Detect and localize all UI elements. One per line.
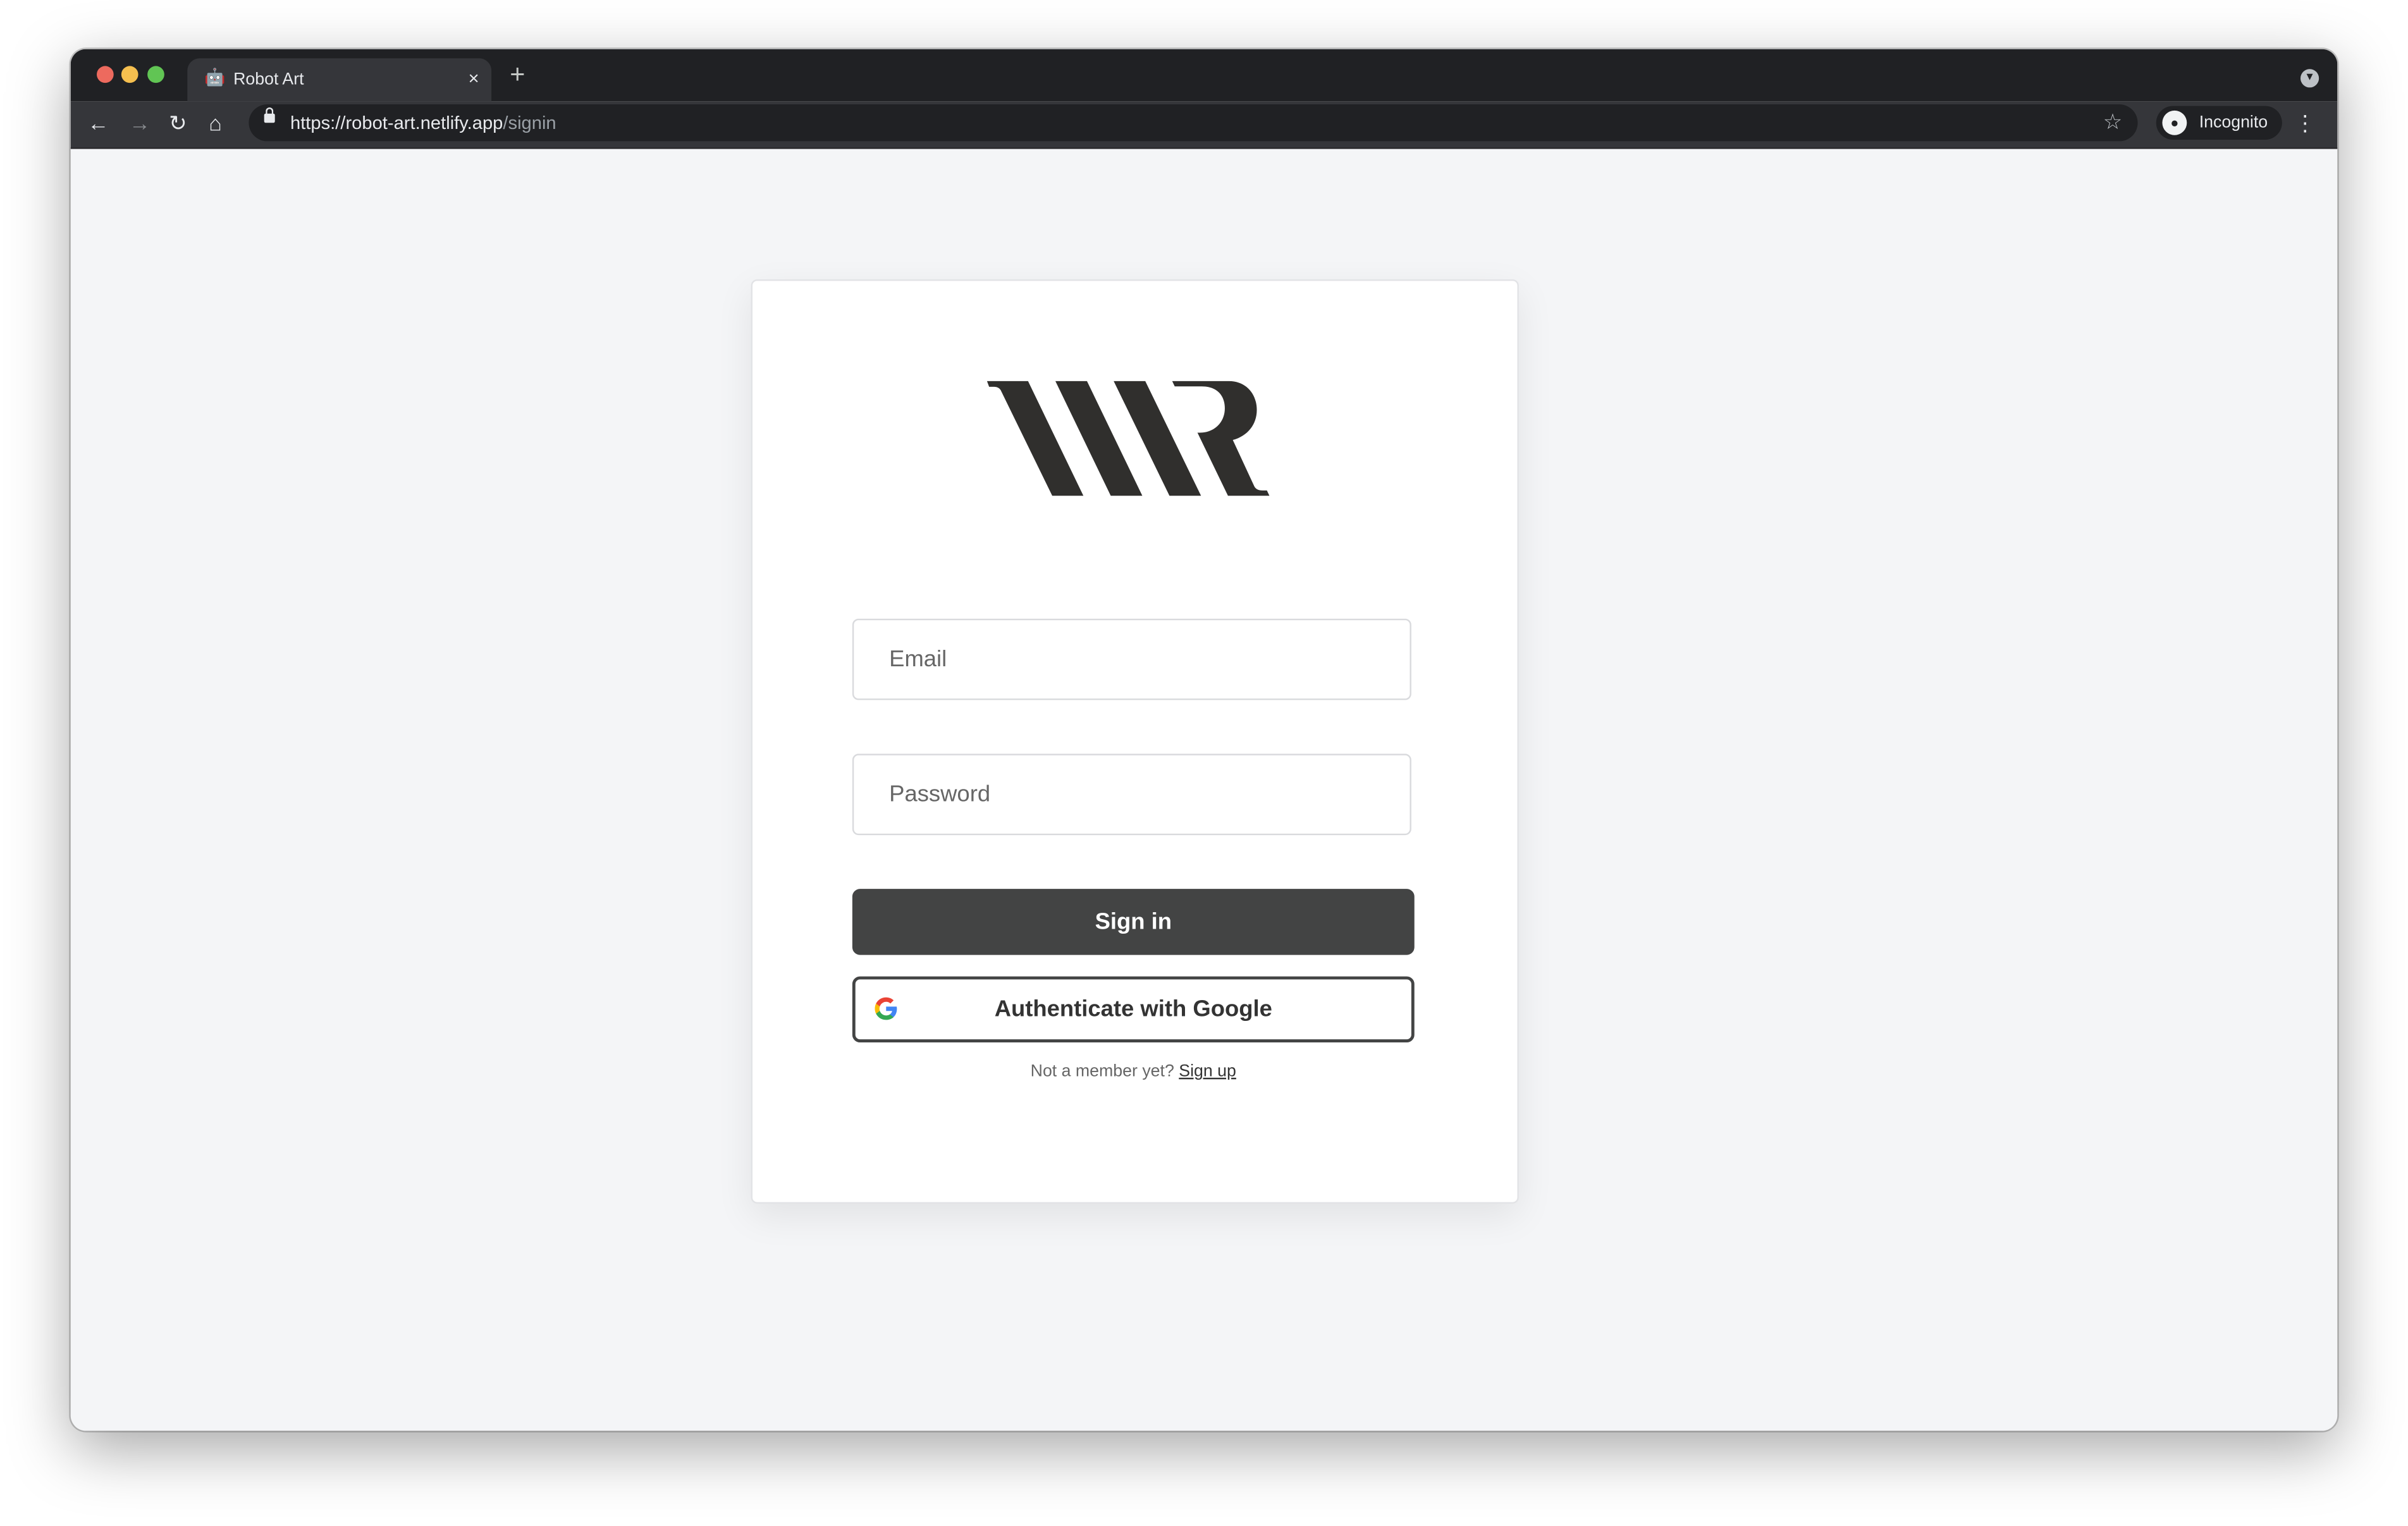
tab-strip: 🤖 Robot Art × + ▼ xyxy=(70,49,2338,102)
close-tab-icon[interactable]: × xyxy=(469,68,479,89)
robot-icon: 🤖 xyxy=(204,69,226,88)
signup-prompt-text: Not a member yet? xyxy=(1030,1062,1174,1081)
google-auth-label: Authenticate with Google xyxy=(994,996,1272,1023)
new-tab-button[interactable]: + xyxy=(510,61,525,87)
menu-kebab-icon[interactable]: ⋮ xyxy=(2294,112,2316,133)
close-window-button[interactable] xyxy=(96,66,114,83)
maximize-window-button[interactable] xyxy=(147,66,164,83)
wr-logo xyxy=(986,381,1270,496)
back-icon[interactable]: ← xyxy=(87,111,109,135)
tab-robot-art[interactable]: 🤖 Robot Art × xyxy=(187,58,492,102)
toolbar: ← → ↻ ⌂ https://robot-art.netlify.app/si… xyxy=(70,101,2338,149)
url-host: https://robot-art.netlify.app xyxy=(290,112,503,134)
incognito-icon: ● xyxy=(2162,110,2187,135)
tab-title: Robot Art xyxy=(233,70,304,89)
reload-icon[interactable]: ↻ xyxy=(169,111,187,135)
forward-icon[interactable]: → xyxy=(129,111,150,135)
url-path: /signin xyxy=(503,112,556,134)
password-input[interactable] xyxy=(852,754,1411,836)
google-icon xyxy=(875,997,897,1020)
bookmark-star-icon[interactable]: ☆ xyxy=(2103,109,2123,135)
tab-search-icon[interactable]: ▼ xyxy=(2300,69,2319,88)
profile-label: Incognito xyxy=(2199,113,2268,132)
google-auth-button[interactable]: Authenticate with Google xyxy=(852,976,1415,1042)
email-input[interactable] xyxy=(852,618,1411,700)
signup-prompt: Not a member yet? Sign up xyxy=(852,1063,1415,1081)
minimize-window-button[interactable] xyxy=(121,66,138,83)
lock-icon xyxy=(264,107,275,123)
sign-up-link[interactable]: Sign up xyxy=(1179,1063,1236,1081)
sign-in-button[interactable]: Sign in xyxy=(852,889,1415,955)
home-icon[interactable]: ⌂ xyxy=(209,111,222,135)
incognito-profile-button[interactable]: ● Incognito xyxy=(2156,106,2282,140)
address-bar[interactable]: https://robot-art.netlify.app/signin ☆ xyxy=(249,104,2138,142)
